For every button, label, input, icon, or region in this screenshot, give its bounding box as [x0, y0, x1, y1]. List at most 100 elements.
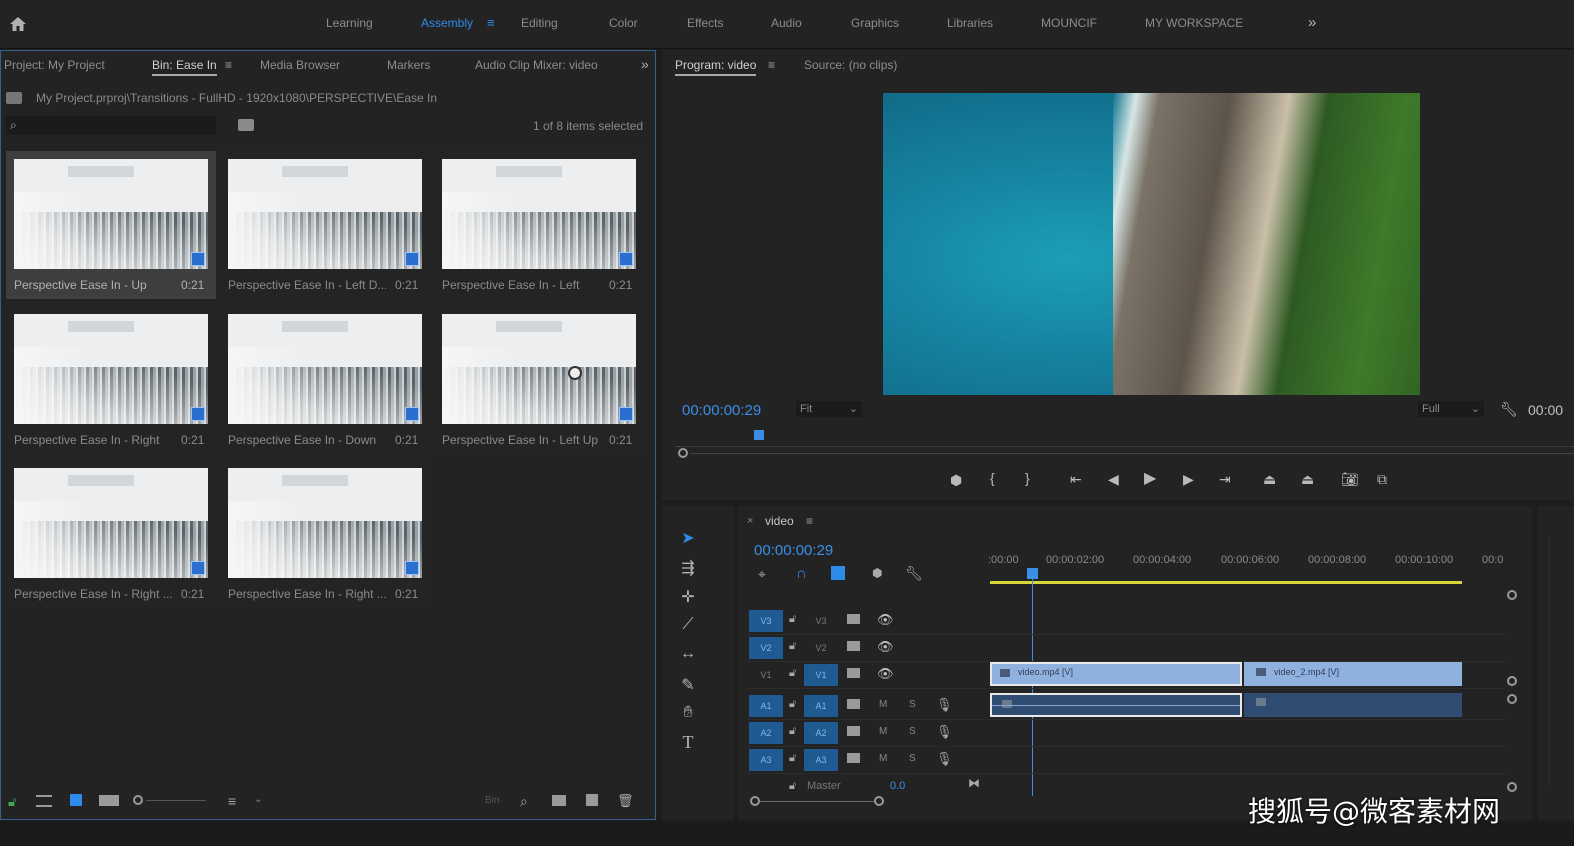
play-icon[interactable]: ▶︎ — [1144, 471, 1156, 487]
microphone-icon[interactable]: 🎙︎ — [936, 751, 953, 767]
workspace-tab-assembly[interactable]: Assembly — [421, 16, 473, 30]
hand-tool-icon[interactable]: ✋︎ — [678, 704, 698, 722]
home-icon[interactable] — [8, 14, 28, 34]
more-workspaces-icon[interactable]: » — [1308, 14, 1316, 31]
zoom-slider-handle[interactable] — [133, 795, 143, 805]
solo-button[interactable]: S — [909, 726, 916, 737]
lock-track-icon[interactable]: 🔓︎ — [789, 640, 796, 653]
mute-button[interactable]: M — [879, 753, 887, 764]
workspace-menu-icon[interactable]: ≡ — [487, 15, 495, 30]
mute-button[interactable]: M — [879, 726, 887, 737]
workspace-tab-graphics[interactable]: Graphics — [851, 16, 899, 30]
freeform-view-icon[interactable] — [99, 795, 119, 806]
horizontal-scroll-handle[interactable] — [874, 796, 884, 806]
source-patch-a1[interactable]: A1 — [749, 695, 783, 717]
sequence-tab[interactable]: video — [765, 514, 794, 528]
bin-item[interactable]: Perspective Ease In - Up 0:21 — [6, 151, 216, 299]
sync-lock-icon[interactable] — [847, 641, 860, 651]
more-panels-icon[interactable]: » — [641, 56, 649, 72]
track-target-v2[interactable]: V2 — [804, 637, 838, 659]
lift-icon[interactable]: ⏏︎ — [1263, 472, 1276, 486]
lock-track-icon[interactable]: 🔓︎ — [789, 667, 796, 680]
microphone-icon[interactable]: 🎙︎ — [936, 697, 953, 713]
bin-item[interactable]: Perspective Ease In - Left D... 0:21 — [220, 151, 430, 299]
ripple-edit-tool-icon[interactable]: ✛ — [678, 587, 698, 607]
timeline-settings-icon[interactable]: 🔧︎ — [905, 565, 923, 582]
folder-up-icon[interactable] — [6, 92, 22, 104]
horizontal-scrollbar[interactable] — [760, 801, 874, 802]
bin-item[interactable]: Perspective Ease In - Right ... 0:21 — [6, 460, 216, 608]
workspace-tab-color[interactable]: Color — [609, 16, 638, 30]
workspace-tab-my-workspace[interactable]: MY WORKSPACE — [1145, 16, 1243, 30]
find-icon[interactable]: ⌕ — [520, 793, 528, 810]
zoom-slider[interactable] — [146, 800, 206, 801]
zoom-fit-dropdown[interactable]: Fit ⌄ — [796, 401, 862, 417]
workspace-tab-editing[interactable]: Editing — [521, 16, 558, 30]
track-target-v1[interactable]: V1 — [804, 664, 838, 686]
go-to-in-icon[interactable]: ⇤ — [1070, 472, 1082, 486]
vertical-scroll-handle[interactable] — [1507, 590, 1517, 600]
source-patch-v1[interactable]: V1 — [749, 664, 783, 686]
workspace-tab-libraries[interactable]: Libraries — [947, 16, 993, 30]
solo-button[interactable]: S — [909, 753, 916, 764]
clip[interactable]: video.mp4 [V] — [990, 662, 1242, 686]
bin-item[interactable]: Perspective Ease In - Left Up 0:21 — [434, 306, 644, 454]
step-back-icon[interactable]: ◀︎ — [1108, 472, 1119, 486]
bin-item[interactable]: Perspective Ease In - Left 0:21 — [434, 151, 644, 299]
bin-item[interactable]: Perspective Ease In - Down 0:21 — [220, 306, 430, 454]
sync-lock-icon[interactable] — [847, 668, 860, 678]
lock-track-icon[interactable]: 🔓︎ — [789, 752, 796, 765]
list-view-icon[interactable] — [36, 795, 52, 807]
playback-resolution-dropdown[interactable]: Full ⌄ — [1418, 401, 1484, 417]
track-target-a2[interactable]: A2 — [804, 722, 838, 744]
icon-view-icon[interactable] — [70, 794, 82, 806]
tab-markers[interactable]: Markers — [387, 58, 430, 72]
monitor-zoom-bar[interactable] — [690, 453, 1574, 454]
bin-item[interactable]: Perspective Ease In - Right ... 0:21 — [220, 460, 430, 608]
insert-nest-icon[interactable]: ⌖ — [758, 566, 766, 583]
close-sequence-icon[interactable]: × — [747, 515, 753, 527]
trash-icon[interactable]: 🗑︎ — [617, 793, 634, 809]
workspace-tab-audio[interactable]: Audio — [771, 16, 802, 30]
program-menu-icon[interactable]: ≡ — [768, 58, 775, 72]
selection-tool-icon[interactable]: ➤ — [678, 528, 698, 548]
track-target-a3[interactable]: A3 — [804, 749, 838, 771]
eye-icon[interactable]: 👁︎ — [877, 612, 894, 628]
master-volume-value[interactable]: 0.0 — [890, 780, 905, 792]
lock-track-icon[interactable]: 🔓︎ — [789, 698, 796, 711]
sync-lock-icon[interactable] — [847, 699, 860, 709]
tab-source[interactable]: Source: (no clips) — [804, 58, 897, 72]
bin-item[interactable]: Perspective Ease In - Right 0:21 — [6, 306, 216, 454]
add-marker-icon[interactable]: ⬢ — [872, 566, 882, 580]
lock-icon[interactable]: 🔓︎ — [8, 794, 16, 810]
tab-bin[interactable]: Bin: Ease In — [152, 58, 217, 76]
timeline-timecode[interactable]: 00:00:00:29 — [754, 542, 833, 559]
linked-selection-icon[interactable] — [831, 566, 845, 580]
sort-icon[interactable]: ≡ — [228, 793, 236, 809]
track-target-a1[interactable]: A1 — [804, 695, 838, 717]
lock-track-icon[interactable]: 🔓︎ — [789, 613, 796, 626]
lock-track-icon[interactable]: 🔓︎ — [789, 780, 796, 793]
vertical-scroll-handle[interactable] — [1507, 694, 1517, 704]
mark-out-icon[interactable]: } — [1025, 471, 1030, 485]
slip-tool-icon[interactable]: ↔ — [678, 645, 698, 663]
wrench-icon[interactable]: 🔧︎ — [1500, 401, 1518, 418]
tab-program[interactable]: Program: video — [675, 58, 757, 76]
tab-audio-clip-mixer[interactable]: Audio Clip Mixer: video — [475, 58, 598, 72]
program-timecode[interactable]: 00:00:00:29 — [682, 402, 761, 419]
search-input[interactable]: ⌕ — [6, 116, 216, 135]
horizontal-scroll-handle[interactable] — [750, 796, 760, 806]
razor-tool-icon[interactable]: ⟋ — [678, 616, 698, 634]
tab-media-browser[interactable]: Media Browser — [260, 58, 340, 72]
step-forward-icon[interactable]: ▶︎ — [1183, 472, 1194, 486]
new-search-bin-icon[interactable] — [238, 119, 254, 131]
snap-magnet-icon[interactable]: ∩ — [796, 565, 807, 582]
sequence-menu-icon[interactable]: ≡ — [806, 514, 813, 528]
tab-project[interactable]: Project: My Project — [4, 58, 105, 72]
track-target-v3[interactable]: V3 — [804, 610, 838, 632]
bin-button-label[interactable]: Bin — [485, 795, 499, 806]
track-select-tool-icon[interactable]: ⇶ — [678, 558, 698, 578]
source-patch-v3[interactable]: V3 — [749, 610, 783, 632]
source-patch-a2[interactable]: A2 — [749, 722, 783, 744]
lock-track-icon[interactable]: 🔓︎ — [789, 725, 796, 738]
